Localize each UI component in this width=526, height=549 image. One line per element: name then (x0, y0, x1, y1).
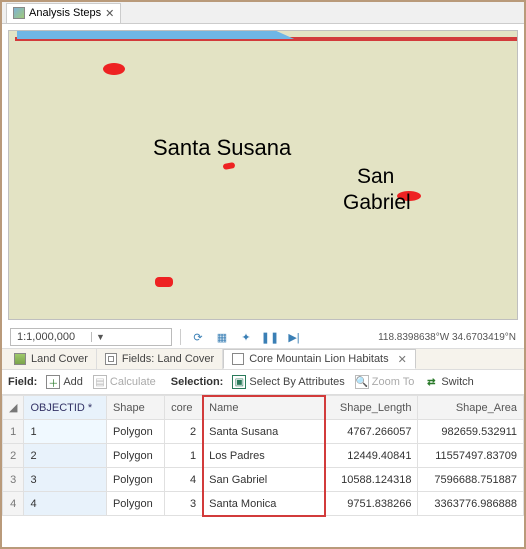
fields-icon (105, 353, 117, 365)
cell-shape-length[interactable]: 12449.40841 (325, 444, 418, 468)
refresh-icon[interactable]: ⟳ (189, 328, 207, 346)
col-shape[interactable]: Shape (106, 396, 164, 420)
map-icon (13, 7, 25, 19)
ocean-shape (17, 30, 294, 39)
feature-marker (155, 277, 173, 287)
cell-shape-length[interactable]: 10588.124318 (325, 468, 418, 492)
col-shape-area[interactable]: Shape_Area (418, 396, 524, 420)
button-label: Select By Attributes (249, 376, 344, 388)
cell-shape-length[interactable]: 9751.838266 (325, 492, 418, 516)
table-row[interactable]: 33Polygon4San Gabriel10588.1243187596688… (3, 468, 524, 492)
feature-marker (103, 63, 125, 75)
skip-icon[interactable]: ▶| (285, 328, 303, 346)
map-label: Gabriel (343, 191, 411, 215)
snapping-icon[interactable]: ✦ (237, 328, 255, 346)
cell-objectid[interactable]: 3 (24, 468, 106, 492)
cell-core[interactable]: 2 (165, 420, 203, 444)
cell-shape-length[interactable]: 4767.266057 (325, 420, 418, 444)
switch-selection-button[interactable]: ⇄ Switch (421, 374, 476, 390)
view-tabs: Land Cover Fields: Land Cover Core Mount… (2, 348, 524, 370)
row-number[interactable]: 4 (3, 492, 24, 516)
map-toolbar: 1:1,000,000 ▼ ⟳ ▦ ✦ ❚❚ ▶| 118.8398638°W … (2, 326, 524, 348)
col-core[interactable]: core (165, 396, 203, 420)
button-label: Add (63, 376, 83, 388)
scale-value: 1:1,000,000 (11, 331, 91, 343)
divider (180, 329, 181, 345)
scale-selector[interactable]: 1:1,000,000 ▼ (10, 328, 172, 346)
field-label: Field: (8, 376, 37, 388)
tab-label: Core Mountain Lion Habitats (249, 353, 388, 365)
cell-objectid[interactable]: 1 (24, 420, 106, 444)
chevron-down-icon[interactable]: ▼ (91, 332, 171, 342)
row-selector-header[interactable]: ◢ (3, 396, 24, 420)
button-label: Calculate (110, 376, 156, 388)
cell-core[interactable]: 3 (165, 492, 203, 516)
row-number[interactable]: 2 (3, 444, 24, 468)
window-title: Analysis Steps (29, 7, 101, 19)
sql-icon: ▣ (232, 375, 246, 389)
tab-fields-land-cover[interactable]: Fields: Land Cover (97, 349, 223, 369)
tab-core-habitats[interactable]: Core Mountain Lion Habitats ✕ (223, 349, 416, 369)
map-viewport[interactable]: Santa Susana San Gabriel (8, 30, 518, 320)
feature-marker (223, 162, 236, 170)
add-icon: ＋ (46, 375, 60, 389)
close-icon[interactable]: ✕ (105, 7, 114, 20)
cell-shape-area[interactable]: 11557497.83709 (418, 444, 524, 468)
cell-objectid[interactable]: 2 (24, 444, 106, 468)
coordinates-readout: 118.8398638°W 34.6703419°N (378, 332, 516, 343)
select-by-attributes-button[interactable]: ▣ Select By Attributes (229, 374, 347, 390)
table-actions: Field: ＋ Add ▤ Calculate Selection: ▣ Se… (2, 370, 524, 394)
table-row[interactable]: 11Polygon2Santa Susana4767.266057982659.… (3, 420, 524, 444)
tab-label: Fields: Land Cover (122, 353, 214, 365)
selection-label: Selection: (171, 376, 224, 388)
cell-shape-area[interactable]: 7596688.751887 (418, 468, 524, 492)
map-label: San (357, 165, 394, 189)
close-icon[interactable]: ✕ (398, 353, 407, 366)
table-header-row: ◢ OBJECTID * Shape core Name Shape_Lengt… (3, 396, 524, 420)
row-number[interactable]: 1 (3, 420, 24, 444)
cell-core[interactable]: 4 (165, 468, 203, 492)
cell-shape[interactable]: Polygon (106, 420, 164, 444)
add-field-button[interactable]: ＋ Add (43, 374, 86, 390)
cell-objectid[interactable]: 4 (24, 492, 106, 516)
col-objectid[interactable]: OBJECTID * (24, 396, 106, 420)
tab-land-cover[interactable]: Land Cover (6, 349, 97, 369)
calculate-icon: ▤ (93, 375, 107, 389)
cell-shape-area[interactable]: 982659.532911 (418, 420, 524, 444)
cell-name[interactable]: San Gabriel (203, 468, 325, 492)
table-row[interactable]: 22Polygon1Los Padres12449.4084111557497.… (3, 444, 524, 468)
cell-shape[interactable]: Polygon (106, 468, 164, 492)
tab-label: Land Cover (31, 353, 88, 365)
window-tab-analysis-steps[interactable]: Analysis Steps ✕ (6, 3, 121, 23)
pause-icon[interactable]: ❚❚ (261, 328, 279, 346)
cell-shape[interactable]: Polygon (106, 492, 164, 516)
map-label: Santa Susana (153, 135, 291, 161)
cell-name[interactable]: Santa Susana (203, 420, 325, 444)
calculate-button[interactable]: ▤ Calculate (90, 374, 159, 390)
attribute-table[interactable]: ◢ OBJECTID * Shape core Name Shape_Lengt… (2, 394, 524, 516)
table-icon (232, 353, 244, 365)
row-number[interactable]: 3 (3, 468, 24, 492)
window-tab-bar: Analysis Steps ✕ (2, 2, 524, 24)
cell-name[interactable]: Santa Monica (203, 492, 325, 516)
zoom-to-button[interactable]: 🔍 Zoom To (352, 374, 418, 390)
button-label: Switch (441, 376, 473, 388)
land-cover-icon (14, 353, 26, 365)
map-extent-outline: Santa Susana San Gabriel (15, 37, 518, 41)
cell-shape-area[interactable]: 3363776.986888 (418, 492, 524, 516)
cell-shape[interactable]: Polygon (106, 444, 164, 468)
switch-icon: ⇄ (424, 375, 438, 389)
grid-icon[interactable]: ▦ (213, 328, 231, 346)
table-row[interactable]: 44Polygon3Santa Monica9751.8382663363776… (3, 492, 524, 516)
zoom-icon: 🔍 (355, 375, 369, 389)
col-shape-length[interactable]: Shape_Length (325, 396, 418, 420)
button-label: Zoom To (372, 376, 415, 388)
col-name[interactable]: Name (203, 396, 325, 420)
cell-core[interactable]: 1 (165, 444, 203, 468)
cell-name[interactable]: Los Padres (203, 444, 325, 468)
